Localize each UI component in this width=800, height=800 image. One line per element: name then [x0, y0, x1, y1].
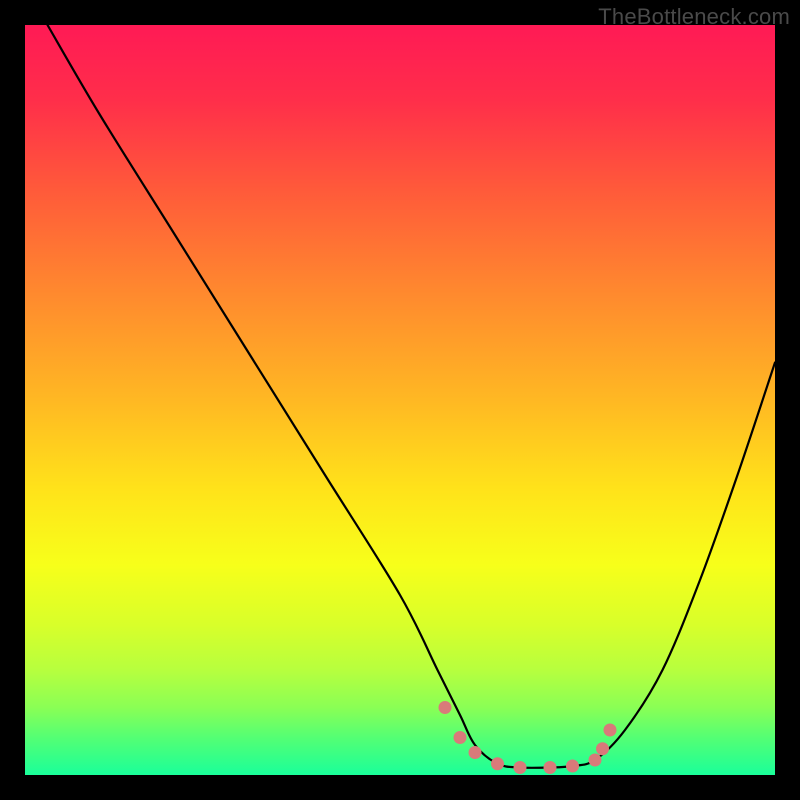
highlight-marker	[469, 746, 482, 759]
highlight-marker	[566, 760, 579, 773]
highlight-marker	[604, 724, 617, 737]
highlight-marker	[439, 701, 452, 714]
plot-area	[25, 25, 775, 775]
highlight-marker	[454, 731, 467, 744]
highlight-markers	[439, 701, 617, 774]
highlight-marker	[589, 754, 602, 767]
highlight-marker	[544, 761, 557, 774]
highlight-marker	[491, 757, 504, 770]
bottleneck-curve	[25, 25, 775, 775]
curve-path	[48, 25, 776, 768]
highlight-marker	[514, 761, 527, 774]
highlight-marker	[596, 742, 609, 755]
chart-frame: TheBottleneck.com	[0, 0, 800, 800]
watermark-text: TheBottleneck.com	[598, 4, 790, 30]
